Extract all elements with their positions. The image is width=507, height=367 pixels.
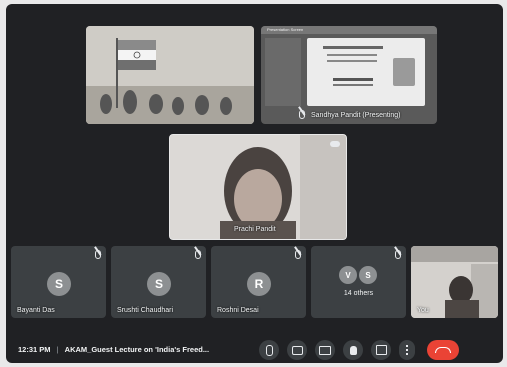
participant-name: Roshni Desai [217, 307, 259, 314]
other-avatar: S [359, 266, 377, 284]
others-count-label: 14 others [343, 290, 374, 297]
pin-icon[interactable] [330, 141, 340, 147]
more-icon [406, 345, 408, 355]
separator: | [56, 345, 59, 354]
speaker-video [170, 135, 346, 239]
meeting-info: 12:31 PM | AKAM_Guest Lecture on 'India'… [18, 345, 209, 354]
leave-call-icon [435, 347, 451, 353]
presenter-name-label: Sandhya Pandit (Presenting) [311, 112, 401, 119]
speaker-video-tile[interactable]: Prachi Pandit [169, 134, 347, 240]
participant-avatar: S [47, 272, 71, 296]
present-button[interactable] [371, 340, 391, 360]
participant-tile-1[interactable]: S Bayanti Das [11, 246, 106, 318]
participant-name: Srushti Chaudhari [117, 307, 174, 314]
participant-name: Bayanti Das [17, 307, 55, 314]
leave-call-button[interactable] [427, 340, 459, 360]
meeting-title: AKAM_Guest Lecture on 'India's Freed... [64, 345, 210, 354]
presentation-window-title: Presentation Screen [267, 27, 304, 32]
participant-avatar: S [147, 272, 171, 296]
other-avatar: V [339, 266, 357, 284]
speaker-photo [393, 58, 415, 86]
mic-off-icon [299, 110, 305, 119]
raise-hand-icon [349, 345, 357, 355]
shared-screen-tile-flag[interactable] [86, 26, 254, 124]
self-name-label: You [417, 307, 429, 314]
more-options-button[interactable] [399, 340, 415, 360]
mic-off-icon [195, 250, 201, 259]
self-video-tile[interactable]: You [411, 246, 498, 318]
mic-icon [265, 344, 273, 356]
captions-button[interactable] [315, 340, 335, 360]
meeting-window: Presentation Screen Sandhya Pandit (Pres… [6, 4, 503, 363]
raise-hand-button[interactable] [343, 340, 363, 360]
mic-off-icon [95, 250, 101, 259]
mic-off-icon [295, 250, 301, 259]
mic-off-icon [395, 250, 401, 259]
speaker-name-label: Prachi Pandit [234, 226, 276, 233]
meeting-time: 12:31 PM [18, 345, 51, 354]
presentation-window-bar: Presentation Screen [261, 26, 437, 34]
camera-button[interactable] [287, 340, 307, 360]
present-icon [375, 345, 387, 355]
presentation-tile[interactable]: Presentation Screen Sandhya Pandit (Pres… [261, 26, 437, 124]
participant-tile-2[interactable]: S Srushti Chaudhari [111, 246, 206, 318]
participant-tile-3[interactable]: R Roshni Desai [211, 246, 306, 318]
presentation-side-panel [265, 38, 301, 106]
captions-icon [319, 345, 331, 355]
slide-content [307, 38, 425, 106]
others-tile[interactable]: V S 14 others [311, 246, 406, 318]
flag-photo [86, 26, 254, 124]
camera-icon [291, 345, 303, 355]
mic-button[interactable] [259, 340, 279, 360]
participant-avatar: R [247, 272, 271, 296]
